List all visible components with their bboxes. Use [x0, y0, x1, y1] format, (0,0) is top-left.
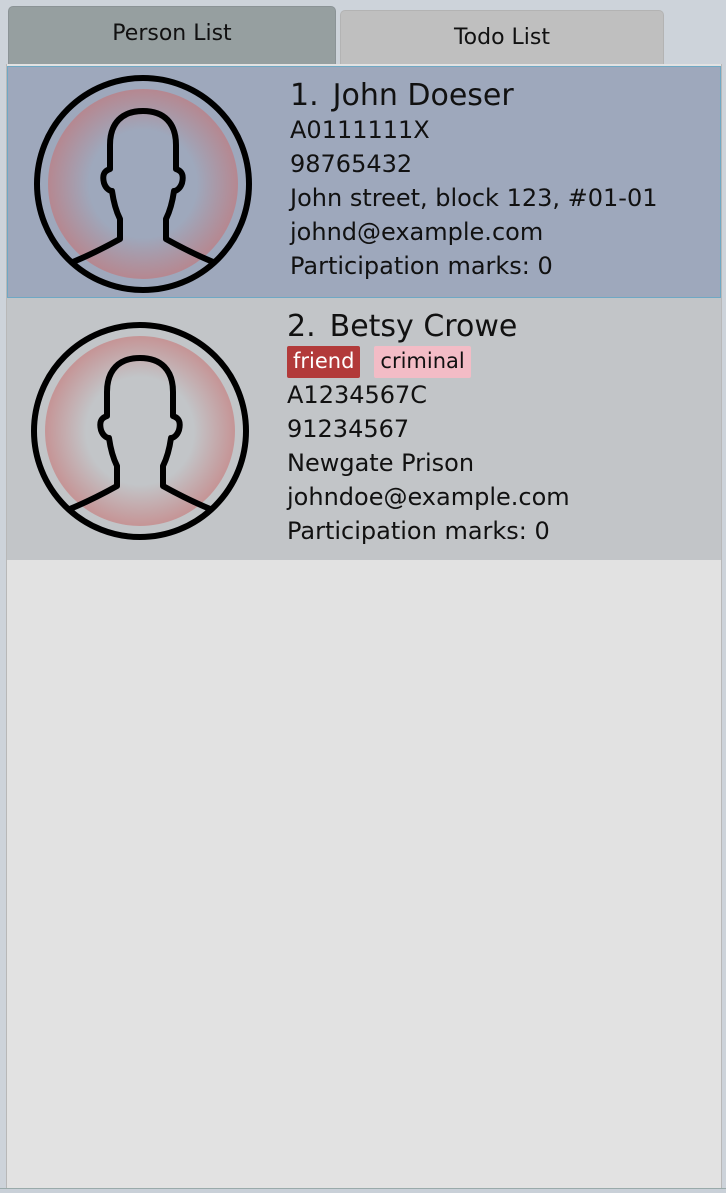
person-participation: Participation marks: 0 — [290, 252, 553, 280]
person-list-panel[interactable]: 1. John Doeser A0111111X 98765432 John st… — [6, 64, 722, 1188]
person-matric: A1234567C — [287, 381, 428, 409]
person-matric: A0111111X — [290, 116, 430, 144]
tab-bar: Person List Todo List — [0, 0, 726, 64]
tab-person-list[interactable]: Person List — [8, 6, 336, 64]
tag-list: friend criminal — [287, 346, 570, 378]
person-name: John Doeser — [332, 78, 514, 113]
person-name-line: 1. John Doeser — [290, 79, 658, 113]
person-silhouette-icon — [34, 75, 252, 293]
person-email: johnd@example.com — [290, 218, 544, 246]
person-email: johndoe@example.com — [287, 483, 570, 511]
person-silhouette-icon — [31, 322, 249, 540]
person-details: 2. Betsy Crowe friend criminal A1234567C … — [287, 310, 570, 548]
person-details: 1. John Doeser A0111111X 98765432 John st… — [290, 79, 658, 283]
tag-friend: friend — [287, 346, 361, 378]
tab-todo-list[interactable]: Todo List — [340, 10, 664, 64]
person-participation: Participation marks: 0 — [287, 517, 550, 545]
person-name-line: 2. Betsy Crowe — [287, 310, 570, 344]
person-index: 1. — [290, 78, 319, 113]
person-card[interactable]: 2. Betsy Crowe friend criminal A1234567C … — [7, 298, 721, 560]
person-phone: 91234567 — [287, 415, 410, 443]
person-index: 2. — [287, 309, 316, 344]
person-address: Newgate Prison — [287, 449, 475, 477]
person-card[interactable]: 1. John Doeser A0111111X 98765432 John st… — [7, 66, 721, 298]
app-window: Person List Todo List 1. John Doeser A01… — [0, 0, 726, 1193]
window-bottom-edge — [0, 1188, 726, 1193]
tag-criminal: criminal — [374, 346, 471, 378]
avatar — [30, 71, 256, 297]
person-address: John street, block 123, #01-01 — [290, 184, 658, 212]
avatar — [27, 318, 253, 544]
person-name: Betsy Crowe — [329, 309, 518, 344]
person-phone: 98765432 — [290, 150, 413, 178]
